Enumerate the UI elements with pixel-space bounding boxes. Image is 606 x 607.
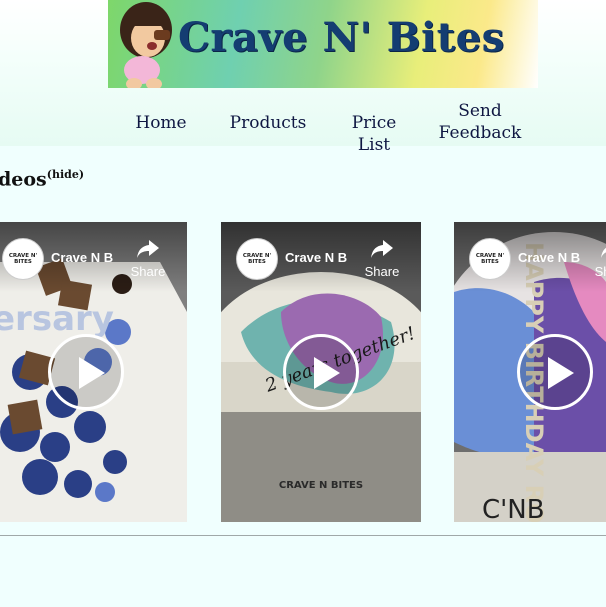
share-arrow-icon	[137, 240, 159, 258]
channel-name[interactable]: Crave N Bites	[285, 250, 347, 265]
videos-heading: deos(hide)	[0, 168, 84, 190]
channel-name[interactable]: Crave N Bites	[51, 250, 113, 265]
brand-title: Crave N' Bites	[178, 14, 505, 61]
mascot-logo-icon	[120, 2, 172, 88]
nav-products[interactable]: Products	[228, 112, 308, 134]
avatar-logo-text: CRAVE N' BITES	[475, 253, 505, 265]
cake-text: ersary	[0, 299, 114, 339]
brand-banner[interactable]: Crave N' Bites	[108, 0, 538, 88]
nav-price-list[interactable]: Price List	[334, 112, 414, 156]
play-button[interactable]	[517, 334, 593, 410]
play-button[interactable]	[48, 334, 124, 410]
share-label: Share	[364, 264, 400, 279]
video-card[interactable]: ersary CRAVE N' BITES Crave N Bites Shar…	[0, 222, 187, 522]
share-arrow-icon	[371, 240, 393, 258]
video-card[interactable]: 2 years together! CRAVE N BITES CRAVE N'…	[221, 222, 421, 522]
video-watermark: C'NB	[482, 495, 545, 522]
channel-name[interactable]: Crave N Bites	[518, 250, 580, 265]
video-card[interactable]: HAPPY BIRTHDAY ROSE C'NB CRAVE N' BITES …	[454, 222, 606, 522]
nav-send-feedback-line1: Send	[458, 101, 502, 121]
nav-send-feedback[interactable]: Send Feedback	[436, 100, 524, 144]
section-divider	[0, 535, 606, 536]
nav-send-feedback-line2: Feedback	[438, 123, 522, 143]
channel-avatar[interactable]: CRAVE N' BITES	[236, 238, 278, 280]
hide-videos-link[interactable]: (hide)	[47, 168, 84, 181]
videos-heading-text: deos	[0, 168, 47, 191]
share-button[interactable]: Share	[360, 240, 404, 279]
main-nav: Home Products Price List Send Feedback	[0, 96, 606, 155]
play-button[interactable]	[283, 334, 359, 410]
share-arrow-icon	[601, 247, 606, 258]
nav-home[interactable]: Home	[133, 112, 189, 134]
share-button[interactable]: Share	[126, 240, 170, 279]
avatar-logo-text: CRAVE N' BITES	[8, 253, 38, 265]
share-label: Share	[594, 264, 606, 279]
channel-avatar[interactable]: CRAVE N' BITES	[2, 238, 44, 280]
avatar-logo-text: CRAVE N' BITES	[242, 253, 272, 265]
video-watermark: CRAVE N BITES	[279, 480, 363, 491]
share-button[interactable]: Share	[590, 240, 606, 279]
share-label: Share	[130, 264, 166, 279]
channel-avatar[interactable]: CRAVE N' BITES	[469, 238, 511, 280]
